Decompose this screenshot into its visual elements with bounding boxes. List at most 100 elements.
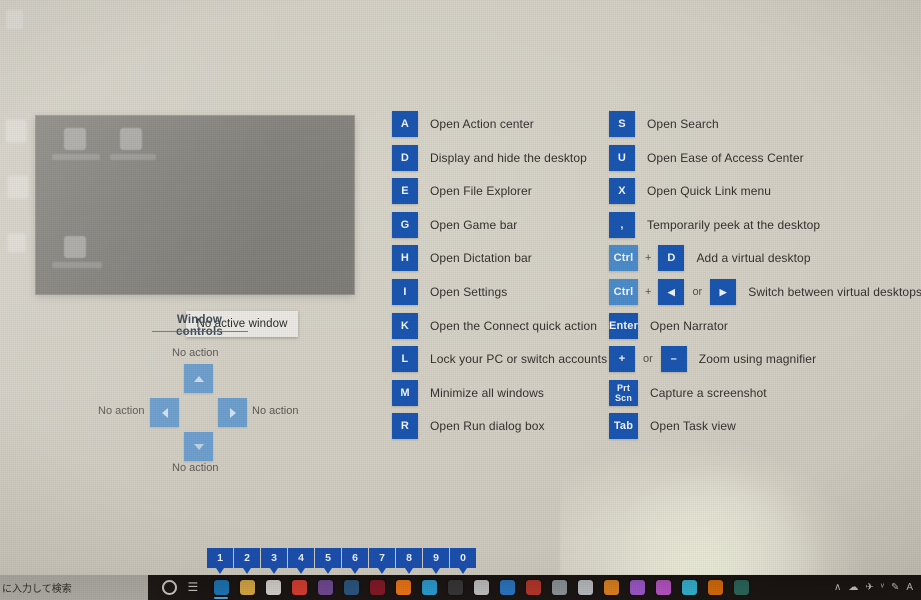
ime-mode-letter[interactable]: A [906, 582, 913, 593]
app-red-square-icon[interactable] [364, 575, 390, 600]
preview-icon-label [52, 262, 102, 268]
taskbar-number-callout[interactable]: 8 [396, 548, 422, 574]
search-input[interactable]: に入力して検索 [0, 580, 72, 595]
app-cyan-icon[interactable] [676, 575, 702, 600]
key-tile-+[interactable]: + [609, 346, 635, 373]
desktop-icon[interactable] [8, 234, 25, 252]
taskbar-number-callout[interactable]: 7 [369, 548, 395, 574]
davinci-resolve-icon[interactable] [442, 575, 468, 600]
number-key-label: 5 [315, 548, 341, 568]
firefox-icon[interactable] [702, 575, 728, 600]
key-tile-–[interactable]: – [660, 346, 687, 373]
app-red-dot-icon[interactable] [520, 575, 546, 600]
network-icon[interactable]: ✈ [865, 582, 873, 593]
shortcut-description: Open Dictation bar [430, 251, 532, 266]
key-combo-plus: + [645, 286, 652, 298]
callout-pointer [459, 568, 467, 574]
app-magenta-icon-glyph [655, 580, 671, 595]
key-tile-,[interactable]: , [609, 211, 635, 238]
cortana-icon-glyph [161, 580, 177, 595]
app-violet-icon[interactable] [624, 575, 650, 600]
key-tile-ctrl[interactable]: Ctrl [609, 245, 638, 272]
key-combo-or: or [643, 353, 653, 366]
wallpaper-hill-highlight [600, 440, 921, 580]
window-control-up-label: No action [172, 347, 219, 359]
shortcut-row: U Open Ease of Access Center [609, 144, 804, 171]
taskbar-number-callout[interactable]: 1 [207, 548, 233, 574]
window-control-left-button[interactable] [150, 398, 179, 427]
taskbar-number-callout[interactable]: 4 [288, 548, 314, 574]
shortcut-description: Capture a screenshot [650, 385, 767, 400]
volume-icon[interactable]: ᵛ [881, 582, 884, 593]
taskbar-number-callout[interactable]: 9 [423, 548, 449, 574]
key-tile-r[interactable]: R [392, 413, 418, 440]
cortana-icon[interactable] [156, 575, 182, 600]
window-control-right-button[interactable] [218, 398, 247, 427]
window-control-left-label: No action [98, 405, 145, 417]
adobe-illustrator-icon[interactable] [390, 575, 416, 600]
app-magenta-icon[interactable] [650, 575, 676, 600]
taskbar-search-box[interactable]: に入力して検索 [0, 575, 148, 600]
key-tile-prt-scn[interactable]: Prt Scn [609, 379, 638, 406]
todo-check-icon[interactable] [338, 575, 364, 600]
mail-icon-glyph [499, 580, 515, 595]
desktop-icon[interactable] [8, 176, 28, 198]
key-tile-s[interactable]: S [609, 111, 635, 137]
app-teal-circle-icon[interactable] [728, 575, 754, 600]
epic-games-icon[interactable] [468, 575, 494, 600]
taskbar-number-callout[interactable]: 0 [450, 548, 476, 574]
shortcut-description: Open File Explorer [430, 184, 532, 199]
window-control-up-button[interactable] [184, 364, 213, 393]
shortcut-row: D Display and hide the desktop [392, 144, 587, 171]
key-tile-i[interactable]: I [392, 279, 418, 305]
key-tile-k[interactable]: K [392, 312, 418, 339]
key-tile-tab[interactable]: Tab [609, 413, 638, 440]
key-tile-g[interactable]: G [392, 211, 418, 238]
preview-icon-label [52, 154, 100, 160]
key-tile-u[interactable]: U [609, 144, 635, 171]
taskbar-number-callouts: 1234567890 [207, 548, 476, 574]
show-hidden-icons-chevron[interactable]: ∧ [834, 582, 841, 593]
microsoft-store-icon[interactable] [260, 575, 286, 600]
onenote-icon[interactable] [312, 575, 338, 600]
mail-icon[interactable] [494, 575, 520, 600]
calculator-icon[interactable] [572, 575, 598, 600]
key-tile-▶[interactable]: ▶ [710, 279, 737, 305]
key-tile-m[interactable]: M [392, 379, 418, 406]
app-orange-triangle-icon[interactable] [598, 575, 624, 600]
desktop-icon[interactable] [6, 120, 26, 142]
adobe-photoshop-icon[interactable] [416, 575, 442, 600]
app-grey-icon[interactable] [546, 575, 572, 600]
key-tile-l[interactable]: L [392, 346, 418, 373]
file-explorer-icon[interactable] [234, 575, 260, 600]
callout-pointer [351, 568, 359, 574]
active-window-preview[interactable]: No active window [36, 116, 354, 337]
callout-pointer [243, 568, 251, 574]
cloud-storage-icon[interactable]: ☁ [848, 582, 858, 593]
key-tile-h[interactable]: H [392, 245, 418, 272]
key-tile-a[interactable]: A [392, 111, 418, 137]
taskbar-number-callout[interactable]: 2 [234, 548, 260, 574]
key-tile-ctrl[interactable]: Ctrl [609, 279, 638, 305]
onenote-icon-glyph [317, 580, 333, 595]
adobe-photoshop-icon-glyph [421, 580, 437, 595]
shortcut-row: L Lock your PC or switch accounts [392, 346, 607, 373]
key-tile-x[interactable]: X [609, 178, 635, 205]
taskbar-number-callout[interactable]: 6 [342, 548, 368, 574]
taskbar-number-callout[interactable]: 3 [261, 548, 287, 574]
microsoft-edge-icon[interactable] [208, 575, 234, 600]
taskbar-number-callout[interactable]: 5 [315, 548, 341, 574]
window-control-down-button[interactable] [184, 432, 213, 461]
google-chrome-icon[interactable] [286, 575, 312, 600]
key-tile-enter[interactable]: Enter [609, 312, 638, 339]
calculator-icon-glyph [577, 580, 593, 595]
app-teal-circle-icon-glyph [733, 580, 749, 595]
task-view-icon[interactable]: ☰ [182, 575, 208, 600]
key-tile-d[interactable]: D [392, 144, 418, 171]
key-tile-d[interactable]: D [658, 245, 685, 272]
key-tile-◀[interactable]: ◀ [658, 279, 685, 305]
shortcut-description: Open Game bar [430, 217, 518, 232]
key-tile-e[interactable]: E [392, 178, 418, 205]
shortcut-row: M Minimize all windows [392, 379, 544, 406]
ime-pen-icon[interactable]: ✎ [891, 582, 899, 593]
